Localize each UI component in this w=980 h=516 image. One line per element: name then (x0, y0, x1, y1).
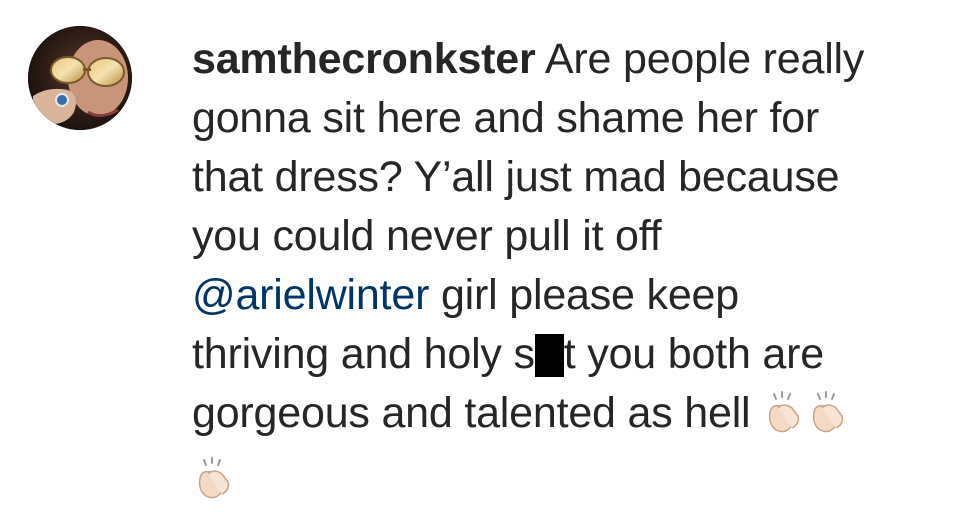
comment-text: t you both are (563, 330, 824, 378)
comment-line-5: @arielwinter girl please keep (192, 266, 952, 325)
clapping-hands-icon (192, 456, 236, 516)
comment-body: samthecronkster Are people really gonna … (192, 30, 952, 516)
username-link[interactable]: samthecronkster (192, 35, 536, 83)
comment-text: gorgeous and talented as hell (192, 389, 751, 437)
comment-line-4: you could never pull it off (192, 212, 662, 260)
avatar-photo (28, 26, 132, 130)
comment-line-7: gorgeous and talented as hell (192, 384, 952, 450)
comment-text: Are people really (544, 35, 865, 83)
comment: samthecronkster Are people really gonna … (0, 0, 980, 511)
comment-text: thriving and holy s (192, 330, 535, 378)
mention-link[interactable]: @arielwinter (192, 271, 429, 319)
comment-line-8 (192, 450, 952, 516)
clapping-hands-icon (806, 390, 850, 450)
user-avatar[interactable] (28, 26, 132, 130)
comment-line-2: gonna sit here and shame her for (192, 94, 820, 142)
comment-line-1: samthecronkster Are people really (192, 30, 952, 89)
comment-line-6: thriving and holy s t you both are (192, 325, 952, 384)
clapping-hands-icon (762, 390, 806, 450)
comment-text: girl please keep (440, 271, 739, 319)
comment-line-3: that dress? Y’all just mad because (192, 153, 840, 201)
redaction-box (534, 334, 564, 377)
